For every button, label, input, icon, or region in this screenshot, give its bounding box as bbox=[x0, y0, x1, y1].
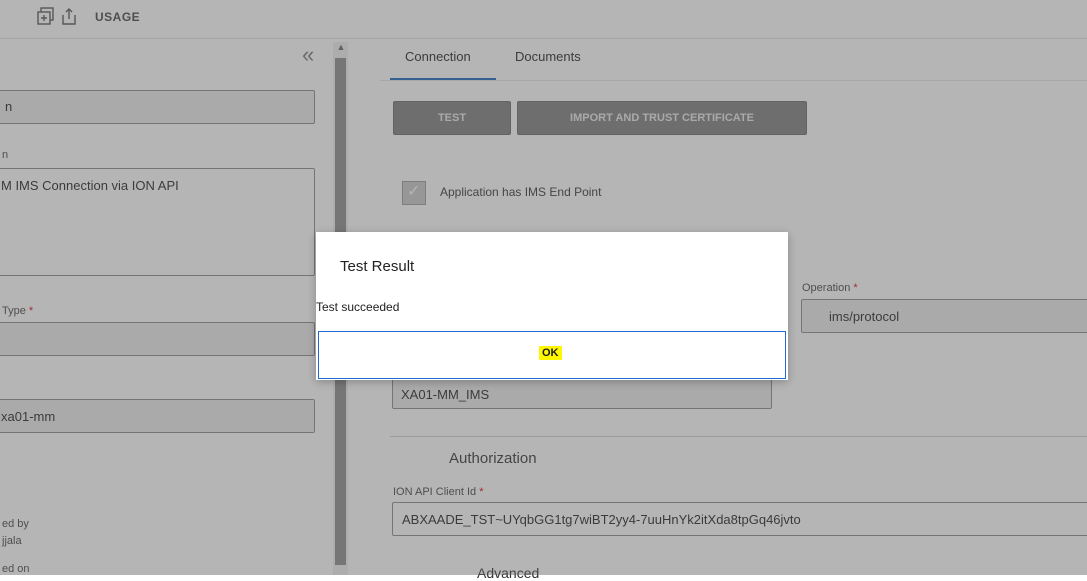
dialog-message: Test succeeded bbox=[316, 300, 400, 314]
ok-button[interactable]: OK bbox=[539, 346, 562, 360]
dialog-title: Test Result bbox=[340, 258, 415, 275]
